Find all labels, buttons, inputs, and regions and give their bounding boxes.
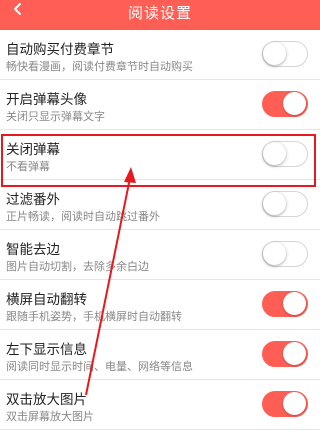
setting-bottom-left-info[interactable]: 左下显示信息 阅读同时显示时间、电量、网络等信息 [0, 330, 320, 380]
page-title: 阅读设置 [127, 4, 192, 22]
setting-danmaku-avatar[interactable]: 开启弹幕头像 关闭只显示弹幕文字 [0, 80, 320, 130]
auto-purchase-toggle[interactable] [262, 41, 308, 67]
close-danmaku-toggle[interactable] [262, 141, 308, 167]
setting-subtitle: 图片自动切割，去除多余白边 [6, 260, 149, 273]
toggle-knob [263, 242, 286, 265]
landscape-flip-toggle[interactable] [262, 291, 308, 317]
setting-subtitle: 跟随手机姿势，手机横屏时自动翻转 [6, 310, 182, 323]
toggle-knob [263, 42, 286, 65]
setting-title: 双击放大图片 [6, 392, 87, 408]
smart-crop-toggle[interactable] [262, 241, 308, 267]
setting-subtitle: 畅快看漫画，阅读付费章节时自动购买 [6, 60, 193, 73]
setting-filter-extras[interactable]: 过滤番外 正片畅读，阅读时自动跳过番外 [0, 180, 320, 230]
setting-subtitle: 双击屏幕放大图片 [6, 410, 94, 423]
setting-title: 过滤番外 [6, 192, 60, 208]
setting-auto-purchase[interactable]: 自动购买付费章节 畅快看漫画，阅读付费章节时自动购买 [0, 30, 320, 80]
setting-title: 自动购买付费章节 [6, 42, 114, 58]
setting-subtitle: 阅读同时显示时间、电量、网络等信息 [6, 360, 193, 373]
toggle-knob [283, 92, 306, 115]
toggle-knob [263, 142, 286, 165]
setting-smart-crop[interactable]: 智能去边 图片自动切割，去除多余白边 [0, 230, 320, 280]
setting-title: 横屏自动翻转 [6, 292, 87, 308]
setting-close-danmaku[interactable]: 关闭弹幕 不看弹幕 [0, 130, 320, 180]
setting-title: 智能去边 [6, 242, 60, 258]
settings-list: 自动购买付费章节 畅快看漫画，阅读付费章节时自动购买 开启弹幕头像 关闭只显示弹… [0, 30, 320, 430]
toggle-knob [283, 292, 306, 315]
toggle-knob [263, 192, 286, 215]
setting-subtitle: 正片畅读，阅读时自动跳过番外 [6, 210, 160, 223]
setting-subtitle: 不看弹幕 [6, 160, 50, 173]
toggle-knob [283, 392, 306, 415]
double-tap-zoom-toggle[interactable] [262, 391, 308, 417]
setting-title: 关闭弹幕 [6, 142, 60, 158]
setting-subtitle: 关闭只显示弹幕文字 [6, 110, 105, 123]
setting-title: 左下显示信息 [6, 342, 87, 358]
danmaku-avatar-toggle[interactable] [262, 91, 308, 117]
bottom-left-info-toggle[interactable] [262, 341, 308, 367]
setting-title: 开启弹幕头像 [6, 92, 87, 108]
setting-landscape-flip[interactable]: 横屏自动翻转 跟随手机姿势，手机横屏时自动翻转 [0, 280, 320, 330]
app-header: 阅读设置 [0, 0, 320, 30]
toggle-knob [283, 342, 306, 365]
filter-extras-toggle[interactable] [262, 191, 308, 217]
setting-double-tap-zoom[interactable]: 双击放大图片 双击屏幕放大图片 [0, 380, 320, 430]
